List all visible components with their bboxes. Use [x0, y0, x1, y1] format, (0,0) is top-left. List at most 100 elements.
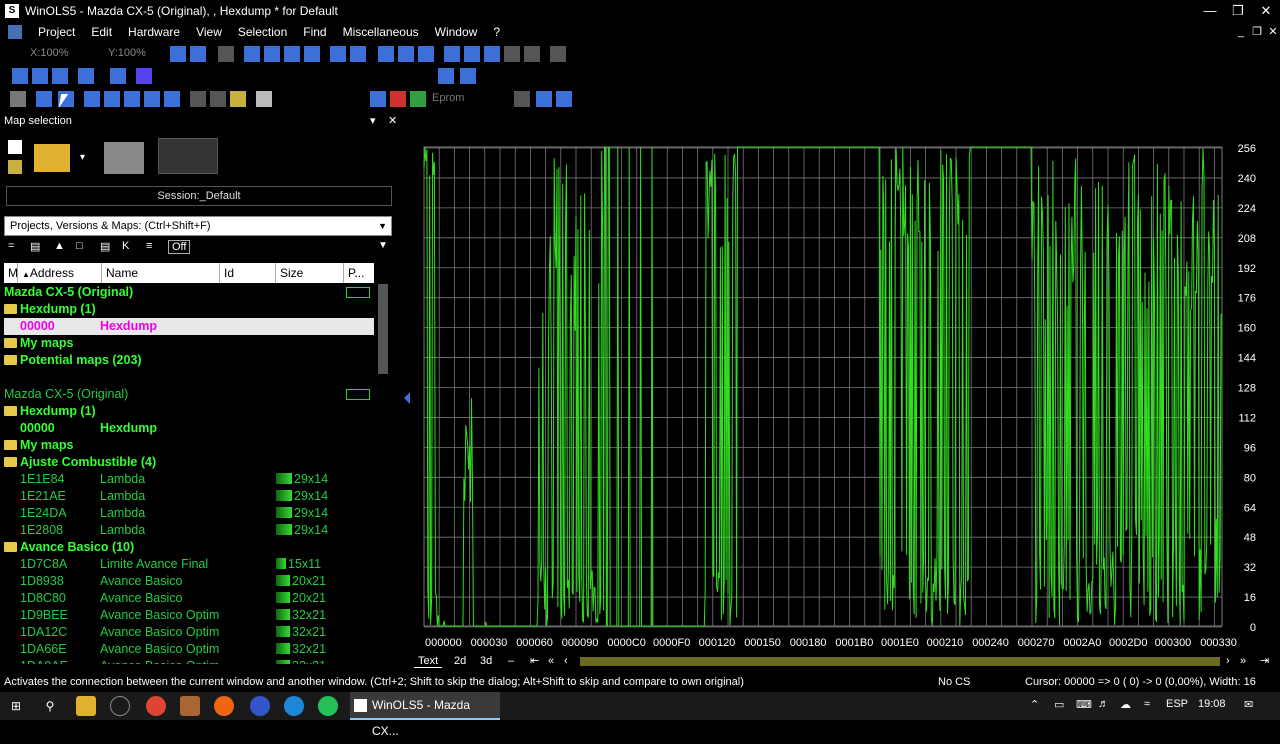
tree-map-row[interactable]: 1D9BEE Avance Basico Optim 32x21: [4, 607, 374, 624]
hex-view-2-icon[interactable]: [190, 46, 206, 62]
filter-off-button[interactable]: Off: [168, 240, 191, 254]
edge-icon[interactable]: [284, 696, 304, 716]
tool-g-icon[interactable]: [10, 91, 26, 107]
hilo-icon[interactable]: [330, 46, 346, 62]
file-explorer-icon[interactable]: [76, 696, 96, 716]
menu-miscellaneous[interactable]: Miscellaneous: [335, 25, 427, 39]
tray-device-icon[interactable]: ▭: [1054, 698, 1064, 711]
connect-window-icon[interactable]: [36, 91, 52, 107]
tree-map-row[interactable]: 1D7C8A Limite Avance Final 15x11: [4, 556, 374, 573]
tool-e-icon[interactable]: [110, 68, 126, 84]
menu-selection[interactable]: Selection: [230, 25, 295, 39]
next-icon[interactable]: [144, 91, 160, 107]
nav-next-icon[interactable]: ›: [1222, 654, 1234, 668]
tab-minus[interactable]: –: [504, 654, 518, 668]
filter-k-icon[interactable]: K: [122, 240, 129, 252]
tool-a-icon[interactable]: [12, 68, 28, 84]
minimize-icon[interactable]: —: [1196, 0, 1224, 22]
tool-l-icon[interactable]: [370, 91, 386, 107]
col-size[interactable]: Size: [276, 263, 344, 283]
app-tool-icon[interactable]: [180, 696, 200, 716]
arrow-right-icon[interactable]: [460, 68, 476, 84]
tray-clock[interactable]: 19:08: [1198, 698, 1226, 710]
filter-eq-icon[interactable]: =: [8, 240, 14, 252]
tab-2d[interactable]: 2d: [450, 654, 470, 668]
delta-icon[interactable]: [464, 46, 480, 62]
tree-map-row[interactable]: 1E24DA Lambda 29x14: [4, 505, 374, 522]
tree-map-row[interactable]: 1E2808 Lambda 29x14: [4, 522, 374, 539]
import-icon[interactable]: [104, 142, 144, 174]
menu-window[interactable]: Window: [427, 25, 486, 39]
nav-prev-page-icon[interactable]: «: [544, 654, 558, 668]
diff-icon[interactable]: [524, 46, 540, 62]
zoom-x-label[interactable]: X:100%: [30, 47, 69, 59]
close-icon[interactable]: ✕: [1252, 0, 1280, 22]
tree-map-row[interactable]: 1DA9AE Avance Basico Optim 32x21: [4, 658, 374, 664]
signed-icon[interactable]: [378, 46, 394, 62]
eprom-label[interactable]: Eprom: [432, 92, 464, 104]
chrome-icon[interactable]: [146, 696, 166, 716]
col-p[interactable]: P...: [344, 263, 374, 283]
tree-project[interactable]: Mazda CX-5 (Original): [4, 386, 374, 403]
chevron-down-icon[interactable]: ▼: [378, 217, 387, 235]
first-icon[interactable]: [84, 91, 100, 107]
lohi-icon[interactable]: [350, 46, 366, 62]
tree-folder[interactable]: Avance Basico (10): [4, 539, 374, 556]
hex-view-icon[interactable]: [170, 46, 186, 62]
col-address[interactable]: ▲Address: [18, 263, 102, 283]
tree-map-row[interactable]: 00000 Hexdump: [4, 318, 374, 335]
last-icon[interactable]: [164, 91, 180, 107]
tray-wifi-icon[interactable]: ≈: [1144, 698, 1150, 710]
width-16-icon[interactable]: [264, 46, 280, 62]
tree-folder[interactable]: Ajuste Combustible (4): [4, 454, 374, 471]
mdi-minimize-icon[interactable]: _: [1234, 22, 1248, 42]
map-tools-icon[interactable]: [158, 138, 218, 174]
taskbar-winols-button[interactable]: WinOLS5 - Mazda CX...: [350, 692, 500, 738]
tree-folder[interactable]: My maps: [4, 437, 374, 454]
tool-n-icon[interactable]: [410, 91, 426, 107]
nav-next-page-icon[interactable]: »: [1236, 654, 1250, 668]
col-m[interactable]: M: [4, 263, 18, 283]
tool-c-icon[interactable]: [52, 68, 68, 84]
project-icons[interactable]: [346, 389, 370, 400]
filter-dropdown-icon[interactable]: ▼: [378, 240, 388, 251]
filter-b-icon[interactable]: ▲: [54, 240, 65, 252]
tree-folder[interactable]: Hexdump (1): [4, 403, 374, 420]
menu-hardware[interactable]: Hardware: [120, 25, 188, 39]
zoom-y-label[interactable]: Y:100%: [108, 47, 146, 59]
nav-prev-icon[interactable]: ‹: [560, 654, 572, 668]
tool-h-icon[interactable]: [190, 91, 206, 107]
app-blue-icon[interactable]: [250, 696, 270, 716]
help-icon[interactable]: [536, 91, 552, 107]
tray-volume-icon[interactable]: ♬: [1098, 698, 1109, 710]
tool-b-icon[interactable]: [32, 68, 48, 84]
tray-chevron-icon[interactable]: ⌃: [1030, 698, 1039, 711]
tree-map-row[interactable]: 1D8C80 Avance Basico 20x21: [4, 590, 374, 607]
tree-map-row[interactable]: 00000 Hexdump: [4, 420, 374, 437]
scrollbar-thumb[interactable]: [378, 284, 388, 374]
tool-d-icon[interactable]: [78, 68, 94, 84]
filter-a-icon[interactable]: ▤: [30, 240, 40, 253]
search-icon[interactable]: ⚲: [40, 696, 60, 716]
graph-view[interactable]: 256 240 224 208 192 176 160 144 128 112 96 80 64 48 32…: [410, 112, 1280, 672]
tray-language[interactable]: ESP: [1166, 698, 1188, 710]
new-project-icon[interactable]: [8, 140, 22, 154]
col-name[interactable]: Name: [102, 263, 220, 283]
menu-view[interactable]: View: [188, 25, 230, 39]
tree-map-row[interactable]: 1DA12C Avance Basico Optim 32x21: [4, 624, 374, 641]
whatsapp-icon[interactable]: [318, 696, 338, 716]
open-dropdown-icon[interactable]: ▾: [80, 152, 85, 163]
col-id[interactable]: Id: [220, 263, 276, 283]
app-circle-icon[interactable]: [110, 696, 130, 716]
blank-icon[interactable]: [550, 46, 566, 62]
start-icon[interactable]: ⊞: [6, 696, 26, 716]
menu-project[interactable]: Project: [30, 25, 83, 39]
float-icon[interactable]: [418, 46, 434, 62]
menu-help[interactable]: ?: [485, 25, 508, 39]
tree-folder[interactable]: Potential maps (203): [4, 352, 374, 369]
tree-map-row[interactable]: 1E1E84 Lambda 29x14: [4, 471, 374, 488]
tray-usb-icon[interactable]: ⌨: [1076, 698, 1092, 711]
plus-one-icon[interactable]: [484, 46, 500, 62]
grid-icon[interactable]: [218, 46, 234, 62]
mdi-restore-icon[interactable]: ❐: [1250, 22, 1264, 42]
